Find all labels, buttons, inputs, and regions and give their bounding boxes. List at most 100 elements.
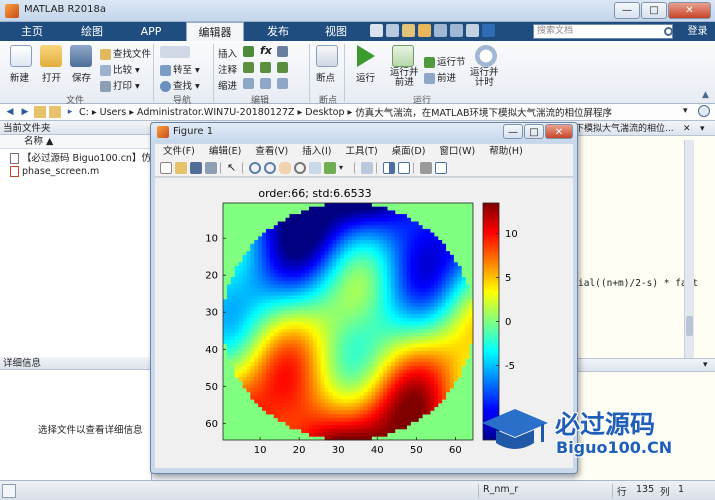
- advance-button[interactable]: 前进: [424, 70, 456, 84]
- tab-home[interactable]: 主页: [8, 22, 56, 41]
- smart-indent-icon[interactable]: [243, 78, 254, 89]
- figure-close-button[interactable]: ✕: [545, 124, 573, 139]
- insert-section-icon[interactable]: [243, 46, 254, 57]
- breakpoints-icon[interactable]: [316, 45, 338, 67]
- open-button[interactable]: 打开: [42, 70, 61, 84]
- save-button[interactable]: 保存: [72, 70, 91, 84]
- figure-minimize-button[interactable]: —: [503, 124, 523, 139]
- tab-editor[interactable]: 编辑器: [186, 22, 244, 42]
- address-segment[interactable]: Administrator.WIN7U-20180127Z: [137, 107, 295, 118]
- link-plot-icon[interactable]: [361, 161, 373, 174]
- editor-tab-close-icon[interactable]: ✕: [683, 124, 691, 134]
- file-list-item[interactable]: 【必过源码 Biguo100.cn】仿: [0, 152, 151, 165]
- data-cursor-icon[interactable]: [309, 161, 321, 174]
- address-segment[interactable]: C:: [79, 107, 89, 118]
- menu-file[interactable]: 文件(F): [163, 144, 195, 159]
- insert-colorbar-icon[interactable]: [383, 161, 395, 174]
- menu-insert[interactable]: 插入(I): [302, 144, 331, 159]
- menu-desktop[interactable]: 桌面(D): [392, 144, 426, 159]
- forward-arrow-icon[interactable]: ▶: [19, 106, 31, 118]
- address-segment[interactable]: Users: [100, 107, 127, 118]
- new-button[interactable]: 新建: [10, 70, 29, 84]
- menu-help[interactable]: 帮助(H): [489, 144, 523, 159]
- rotate-3d-icon[interactable]: [294, 161, 306, 174]
- copy-icon[interactable]: [402, 24, 415, 37]
- tab-apps[interactable]: APP: [126, 22, 176, 41]
- new-figure-icon[interactable]: [160, 161, 172, 174]
- insert-function-icon[interactable]: [277, 46, 288, 57]
- address-segment[interactable]: 仿真大气湍流，在MATLAB环境下模拟大气湍流的相位屏程序: [355, 105, 612, 119]
- undo-icon[interactable]: [434, 24, 447, 37]
- tab-view[interactable]: 视图: [312, 22, 360, 41]
- editor-file-tab[interactable]: 下模拟大气湍流的相位...: [575, 122, 715, 136]
- insert-button[interactable]: 插入: [218, 46, 237, 60]
- indent-button[interactable]: 缩进: [218, 78, 237, 92]
- comment-icon[interactable]: [243, 62, 254, 73]
- compare-button[interactable]: 比较 ▾: [100, 62, 140, 76]
- login-button[interactable]: 登录: [680, 22, 715, 41]
- address-segment[interactable]: Desktop: [305, 107, 344, 118]
- run-section-button[interactable]: 运行节: [424, 54, 466, 68]
- collapse-ribbon-icon[interactable]: ▲: [702, 90, 709, 100]
- brush-dropdown-icon[interactable]: ▾: [339, 162, 351, 174]
- scrollbar-thumb[interactable]: [686, 316, 693, 336]
- address-search-icon[interactable]: [698, 105, 710, 117]
- cut-icon[interactable]: [386, 24, 399, 37]
- paste-icon[interactable]: [418, 24, 431, 37]
- menu-tools[interactable]: 工具(T): [345, 144, 377, 159]
- run-and-time-button[interactable]: 运行并 计时: [470, 68, 499, 88]
- brush-icon[interactable]: [324, 161, 336, 174]
- run-and-time-icon[interactable]: [475, 45, 497, 67]
- wrap-comment-icon[interactable]: [277, 62, 288, 73]
- menu-view[interactable]: 查看(V): [255, 144, 288, 159]
- switch-windows-icon[interactable]: [466, 24, 479, 37]
- save-disk-icon[interactable]: [70, 45, 92, 67]
- close-button[interactable]: ✕: [668, 2, 711, 19]
- search-icon[interactable]: [664, 27, 673, 36]
- file-list-item[interactable]: phase_screen.m: [0, 165, 151, 178]
- menu-edit[interactable]: 编辑(E): [209, 144, 241, 159]
- show-plot-tools-icon[interactable]: [435, 161, 447, 174]
- redo-icon[interactable]: [450, 24, 463, 37]
- minimize-button[interactable]: —: [614, 2, 640, 19]
- insert-legend-icon[interactable]: [398, 161, 410, 174]
- back-forward-icon[interactable]: [160, 46, 190, 58]
- pan-hand-icon[interactable]: [279, 161, 291, 174]
- code-line[interactable]: ial((n+m)/2-s) * fact: [578, 278, 698, 289]
- browse-folder-icon[interactable]: ▸: [64, 106, 76, 118]
- find-button[interactable]: 查找 ▾: [160, 78, 200, 92]
- increase-indent-icon[interactable]: [260, 78, 271, 89]
- help-icon[interactable]: [482, 24, 495, 37]
- run-and-advance-icon[interactable]: [392, 45, 414, 67]
- menu-window[interactable]: 窗口(W): [439, 144, 475, 159]
- tab-plots[interactable]: 绘图: [68, 22, 116, 41]
- find-files-button[interactable]: 查找文件: [100, 46, 151, 60]
- folder-open-icon[interactable]: [34, 106, 46, 118]
- print-button[interactable]: 打印 ▾: [100, 78, 140, 92]
- maximize-button[interactable]: □: [641, 2, 667, 19]
- comment-button[interactable]: 注释: [218, 62, 237, 76]
- breakpoints-button[interactable]: 断点: [316, 70, 335, 84]
- hide-plot-tools-icon[interactable]: [420, 161, 432, 174]
- search-documentation-input[interactable]: 搜索文档: [533, 24, 673, 39]
- address-dropdown-icon[interactable]: ▾: [683, 106, 688, 116]
- print-figure-icon[interactable]: [205, 161, 217, 174]
- editor-scrollbar[interactable]: [684, 140, 694, 358]
- figure-maximize-button[interactable]: □: [524, 124, 544, 139]
- open-file-icon[interactable]: [175, 161, 187, 174]
- zoom-out-icon[interactable]: [264, 161, 276, 174]
- edit-plot-arrow-icon[interactable]: ↖: [227, 161, 239, 174]
- uncomment-icon[interactable]: [260, 62, 271, 73]
- run-icon[interactable]: [357, 45, 375, 67]
- zoom-in-icon[interactable]: [249, 161, 261, 174]
- open-folder-icon[interactable]: [40, 45, 62, 67]
- save-figure-icon[interactable]: [190, 161, 202, 174]
- editor-options-icon[interactable]: ▾: [700, 124, 705, 134]
- file-list-column-header[interactable]: 名称 ▲: [0, 135, 151, 149]
- run-button[interactable]: 运行: [356, 70, 375, 84]
- fx-icon[interactable]: fx: [260, 44, 272, 57]
- status-options-icon[interactable]: [2, 484, 16, 498]
- decrease-indent-icon[interactable]: [277, 78, 288, 89]
- back-arrow-icon[interactable]: ◀: [4, 106, 16, 118]
- save-icon[interactable]: [370, 24, 383, 37]
